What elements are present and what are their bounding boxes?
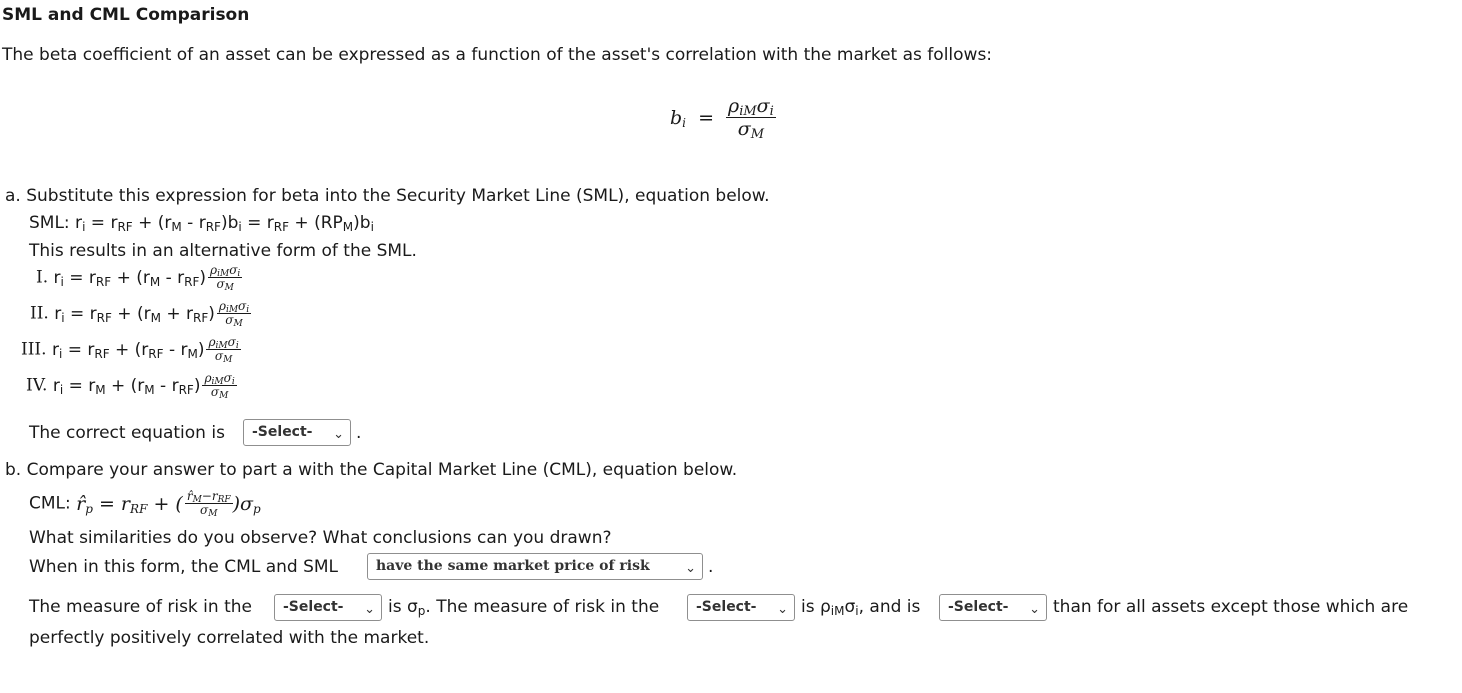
measure2-select-value: -Select- <box>696 599 757 615</box>
option-ii: II. ri = rRF + (rM + rRF) ρiMσi σM <box>30 299 252 329</box>
chevron-down-icon: ⌄ <box>1029 602 1040 617</box>
page-title: SML and CML Comparison <box>2 5 250 25</box>
period: . <box>708 557 714 577</box>
correct-equation-select-value: -Select- <box>252 424 313 440</box>
chevron-down-icon: ⌄ <box>364 602 375 617</box>
period: . <box>356 423 362 443</box>
option-iii-label: III. <box>21 339 47 360</box>
part-a-heading: a. Substitute this expression for beta i… <box>5 186 770 206</box>
market-price-select-value: have the same market price of risk <box>376 558 650 574</box>
measure3-select[interactable]: -Select- ⌄ <box>939 594 1047 621</box>
option-ii-label: II. <box>30 303 49 324</box>
measure1-select[interactable]: -Select- ⌄ <box>274 594 382 621</box>
part-b-heading: b. Compare your answer to part a with th… <box>5 460 738 480</box>
measure3-select-value: -Select- <box>948 599 1009 615</box>
option-iii: III. ri = rRF + (rRF - rM) ρiMσi σM <box>21 335 241 365</box>
correct-equation-select[interactable]: -Select- ⌄ <box>243 419 351 446</box>
chevron-down-icon: ⌄ <box>685 561 696 576</box>
measure1-select-value: -Select- <box>283 599 344 615</box>
results-text: This results in an alternative form of t… <box>29 241 417 261</box>
chevron-down-icon: ⌄ <box>777 602 788 617</box>
measure2-select[interactable]: -Select- ⌄ <box>687 594 795 621</box>
correct-equation-label: The correct equation is <box>29 423 225 443</box>
measure-tail: than for all assets except those which a… <box>1053 597 1409 617</box>
sml-equation: SML: ri = rRF + (rM - rRF)bi = rRF + (RP… <box>29 213 374 234</box>
cml-equation: CML: r̂p = rRF + (r̂M−rRF σM)σp <box>29 489 261 519</box>
last-line: perfectly positively correlated with the… <box>29 628 430 648</box>
cml-label: CML: <box>29 493 71 514</box>
chevron-down-icon: ⌄ <box>333 427 344 442</box>
option-iv: IV. ri = rM + (rM - rRF) ρiMσi σM <box>26 371 237 401</box>
measure1-mid: is σp. The measure of risk in the <box>388 597 660 618</box>
beta-formula: bi = ρiMσi σM <box>670 95 776 142</box>
option-iv-label: IV. <box>26 375 48 396</box>
measure2-mid: is ρiMσi, and is <box>801 597 921 618</box>
similarities-question: What similarities do you observe? What c… <box>29 528 612 548</box>
intro-text: The beta coefficient of an asset can be … <box>2 45 993 65</box>
option-i: I. ri = rRF + (rM - rRF) ρiMσi σM <box>36 263 243 293</box>
measure1-label: The measure of risk in the <box>29 597 252 617</box>
form-label: When in this form, the CML and SML <box>29 557 339 577</box>
option-i-label: I. <box>36 267 49 288</box>
market-price-select[interactable]: have the same market price of risk ⌄ <box>367 553 703 580</box>
